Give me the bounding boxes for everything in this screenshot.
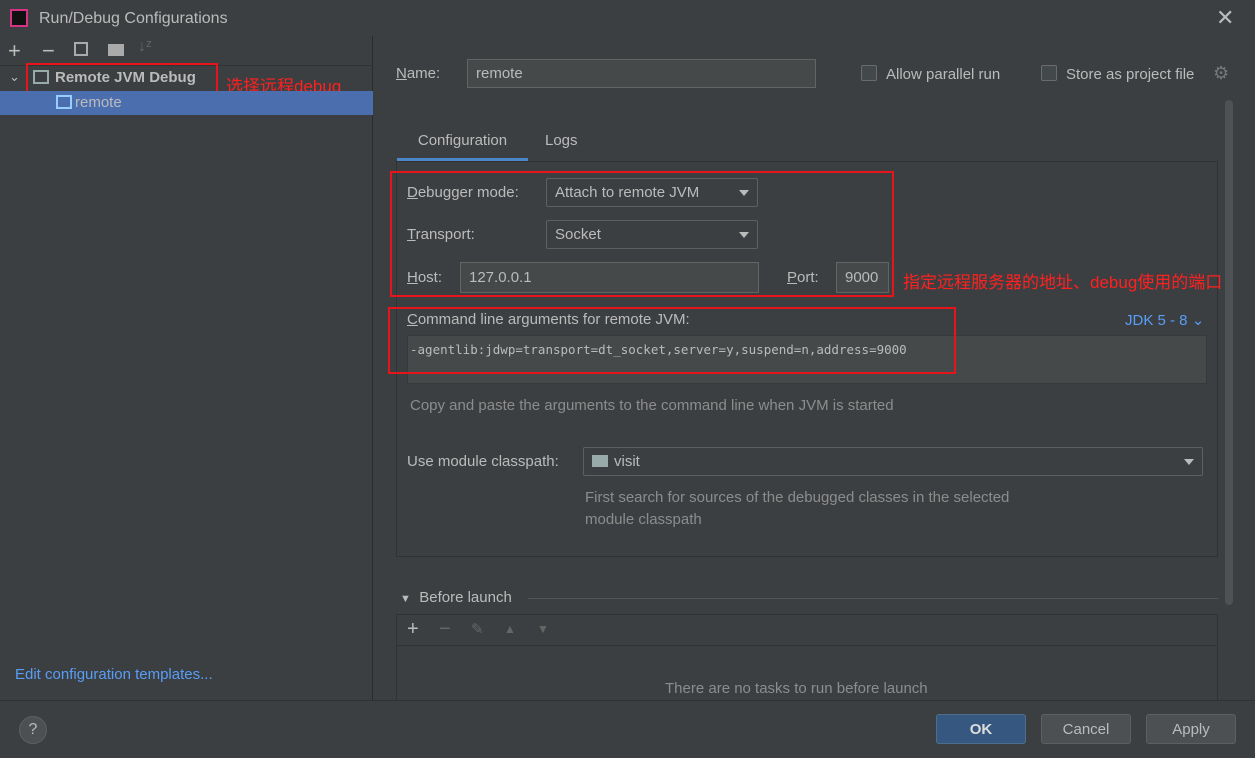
help-button[interactable]: ? xyxy=(19,716,47,744)
store-label: Store as project file xyxy=(1066,66,1195,83)
move-down-icon[interactable]: ▼ xyxy=(537,622,549,636)
remote-debug-icon xyxy=(56,95,72,109)
before-launch-panel: + − ✎ ▲ ▼ There are no tasks to run befo… xyxy=(396,614,1218,704)
name-label: Name: xyxy=(396,65,441,82)
cmd-hint: Copy and paste the arguments to the comm… xyxy=(410,397,894,414)
before-launch-label: Before launch xyxy=(419,589,512,606)
tab-logs[interactable]: Logs xyxy=(545,132,578,149)
module-icon xyxy=(592,455,608,467)
module-hint: First search for sources of the debugged… xyxy=(585,487,1009,531)
module-value: visit xyxy=(614,453,640,470)
annotation-box xyxy=(388,307,956,374)
store-checkbox[interactable] xyxy=(1041,65,1057,81)
minus-icon[interactable]: − xyxy=(42,38,55,64)
left-panel: + − ↓ᶻ ⌄ Remote JVM Debug 选择远程debug remo… xyxy=(0,36,373,700)
parallel-label: Allow parallel run xyxy=(886,66,1001,83)
minus-icon[interactable]: − xyxy=(439,618,451,641)
name-input[interactable]: remote xyxy=(467,59,816,88)
app-logo-icon xyxy=(10,9,28,27)
edit-templates-link[interactable]: Edit configuration templates... xyxy=(15,666,213,683)
plus-icon[interactable]: + xyxy=(407,618,419,641)
tree-item-remote[interactable]: remote xyxy=(0,91,373,115)
module-label: Use module classpath: xyxy=(407,453,559,470)
no-tasks-text: There are no tasks to run before launch xyxy=(665,680,928,697)
collapse-triangle-icon: ▼ xyxy=(400,593,411,605)
annotation-text: 指定远程服务器的地址、debug使用的端口 xyxy=(903,273,1223,292)
tab-configuration[interactable]: Configuration xyxy=(397,124,528,161)
name-value: remote xyxy=(476,65,523,82)
module-hint-line: First search for sources of the debugged… xyxy=(585,489,1010,506)
parallel-checkbox[interactable] xyxy=(861,65,877,81)
tree-item-label: remote xyxy=(75,94,122,111)
jdk-version-select[interactable]: JDK 5 - 8 ⌄ xyxy=(1125,311,1204,329)
close-icon[interactable]: ✕ xyxy=(1216,5,1234,31)
jdk-version-value: JDK 5 - 8 xyxy=(1125,312,1188,329)
scrollbar[interactable] xyxy=(1225,100,1233,605)
new-folder-icon[interactable] xyxy=(108,44,124,56)
apply-button[interactable]: Apply xyxy=(1146,714,1236,744)
sort-icon[interactable]: ↓ᶻ xyxy=(138,38,152,56)
ok-button[interactable]: OK xyxy=(936,714,1026,744)
gear-icon[interactable]: ⚙ xyxy=(1213,63,1229,84)
cancel-button[interactable]: Cancel xyxy=(1041,714,1131,744)
window-title: Run/Debug Configurations xyxy=(39,10,228,27)
module-hint-line: module classpath xyxy=(585,511,702,528)
annotation-box xyxy=(390,171,894,297)
edit-icon[interactable]: ✎ xyxy=(471,620,484,638)
before-launch-toggle[interactable]: ▼ Before launch xyxy=(400,589,512,606)
copy-icon[interactable] xyxy=(74,42,88,56)
plus-icon[interactable]: + xyxy=(8,38,21,64)
chevron-down-icon: ⌄ xyxy=(1191,312,1205,329)
module-select[interactable]: visit xyxy=(583,447,1203,476)
move-up-icon[interactable]: ▲ xyxy=(504,622,516,636)
expand-chevron-icon[interactable]: ⌄ xyxy=(9,69,20,85)
dropdown-arrow-icon xyxy=(1184,458,1194,465)
